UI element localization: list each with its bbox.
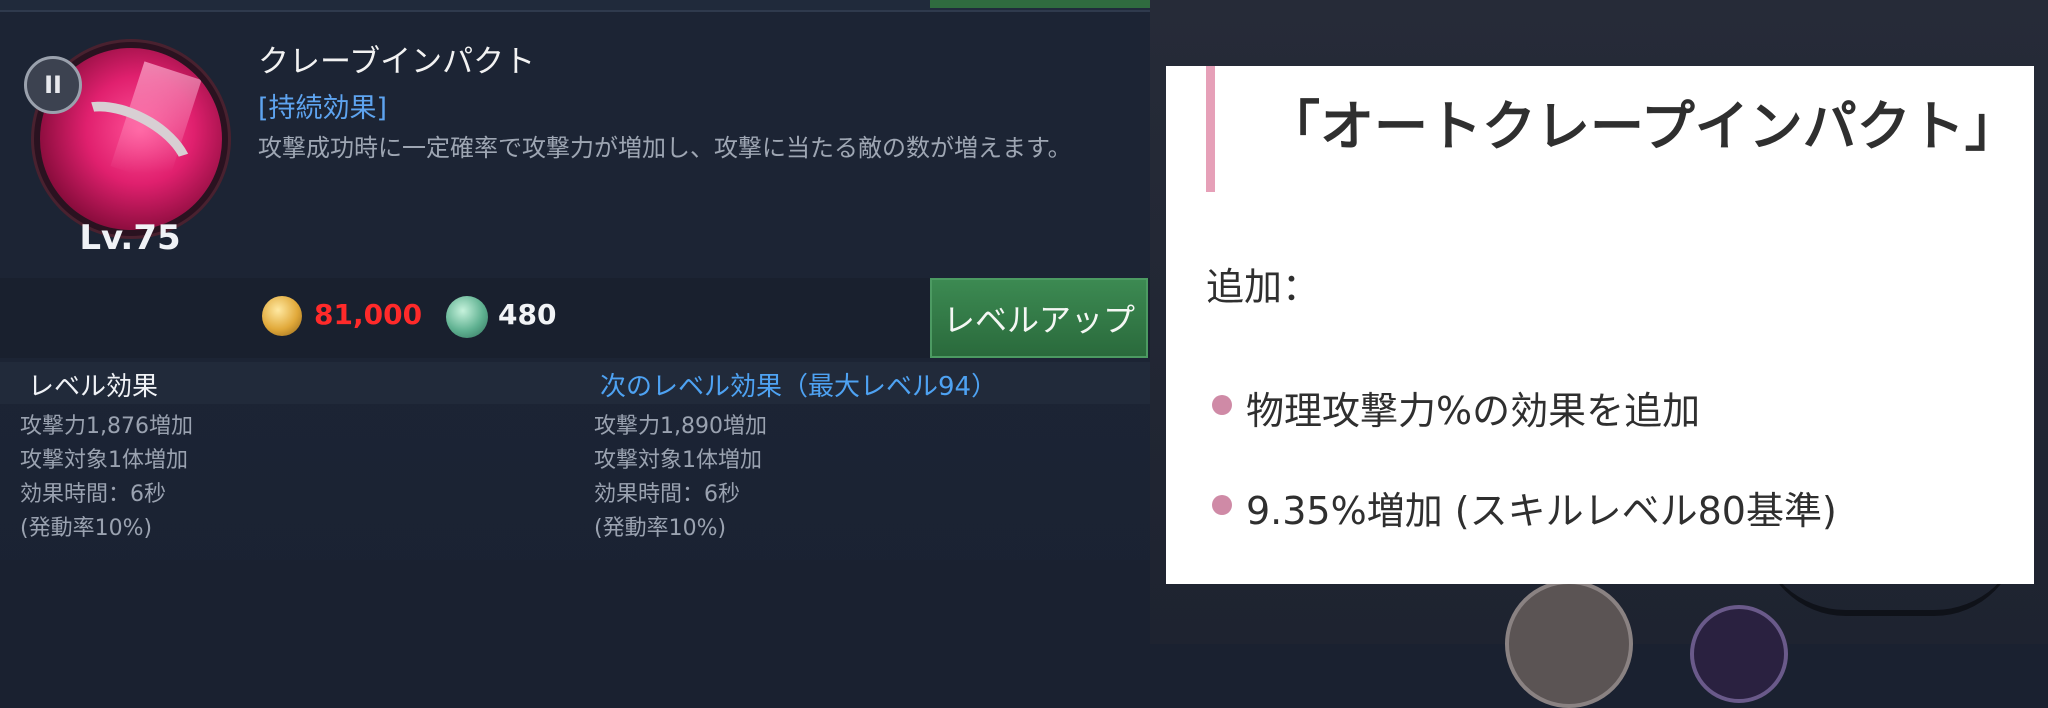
next-level-effect-heading: 次のレベル効果（最大レベル94） xyxy=(600,372,998,402)
gold-coin-icon xyxy=(262,296,302,336)
add-label: 追加： xyxy=(1206,265,1321,309)
current-effect-list: 攻撃力1,876増加 攻撃対象1体増加 効果時間：6秒 (発動率10%) xyxy=(20,410,193,546)
bullet-item: 9.35%増加 (スキルレベル80基準) xyxy=(1246,489,1837,533)
current-level-effect-heading: レベル効果 xyxy=(28,372,159,402)
panel-footer xyxy=(0,560,1150,644)
skill-description: 攻撃成功時に一定確率で攻撃力が増加し、攻撃に当たる敵の数が増えます。 xyxy=(258,134,1072,162)
gold-cost: 81,000 xyxy=(314,298,423,331)
bullet-dot-icon xyxy=(1212,495,1232,515)
previous-button-edge xyxy=(930,0,1150,8)
skill-name: クレーブインパクト xyxy=(258,44,536,80)
card-title: 「オートクレープインパクト」 xyxy=(1266,95,2019,158)
gem-cost: 480 xyxy=(498,298,557,331)
effect-line: (発動率10%) xyxy=(594,516,727,541)
effect-tag: [持続効果] xyxy=(258,93,388,124)
next-effect-list: 攻撃力1,890増加 攻撃対象1体増加 効果時間：6秒 (発動率10%) xyxy=(594,410,767,546)
level-up-button[interactable]: レベルアップ xyxy=(930,278,1148,358)
effect-line: 攻撃力1,890増加 xyxy=(594,414,767,439)
bullet-item: 物理攻撃力%の効果を追加 xyxy=(1246,389,1701,433)
effect-line: (発動率10%) xyxy=(20,516,153,541)
effect-line: 攻撃力1,876増加 xyxy=(20,414,193,439)
effect-line: 攻撃対象1体増加 xyxy=(594,448,762,473)
character-portrait-icon xyxy=(1505,580,1633,708)
effect-line: 効果時間：6秒 xyxy=(594,482,740,507)
pause-icon[interactable]: II xyxy=(24,56,82,114)
green-gem-icon xyxy=(446,296,488,338)
skill-level: Lv.75 xyxy=(79,218,181,258)
bullet-dot-icon xyxy=(1212,395,1232,415)
skill-slot-icon xyxy=(1690,605,1788,703)
effect-line: 効果時間：6秒 xyxy=(20,482,166,507)
effect-line: 攻撃対象1体増加 xyxy=(20,448,188,473)
card-accent-bar xyxy=(1206,66,1215,192)
